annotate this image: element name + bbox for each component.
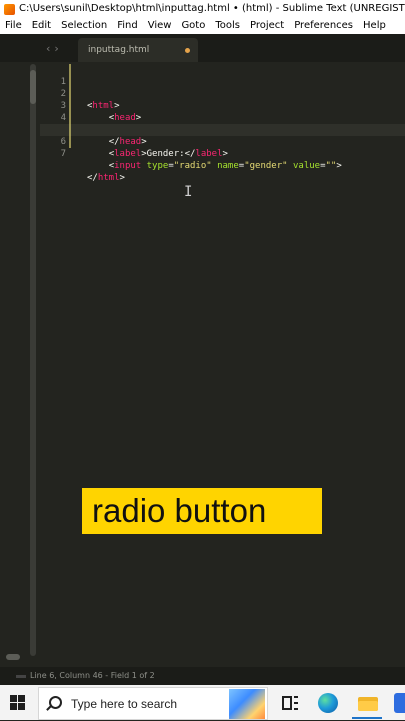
modified-line-marker xyxy=(69,124,71,136)
windows-start-icon[interactable] xyxy=(10,695,25,710)
code-line-active: 6 <input type="radio" name="gender" valu… xyxy=(40,124,405,171)
search-highlight-image xyxy=(229,689,265,719)
code-line: 5 <label>Gender:</label> xyxy=(40,112,405,159)
tab-inputtag[interactable]: inputtag.html xyxy=(78,38,198,62)
status-bar: Line 6, Column 46 - Field 1 of 2 xyxy=(0,667,405,685)
panel-toggle-icon[interactable] xyxy=(16,675,26,678)
menu-view[interactable]: View xyxy=(143,18,177,34)
menu-project[interactable]: Project xyxy=(245,18,289,34)
code-line: 4 </head> xyxy=(40,100,405,147)
taskbar-search-box[interactable]: Type here to search xyxy=(38,687,268,720)
title-bar: C:\Users\sunil\Desktop\html\inputtag.htm… xyxy=(0,0,405,18)
modified-line-marker xyxy=(69,64,71,76)
modified-line-marker xyxy=(69,88,71,100)
modified-line-marker xyxy=(69,100,71,112)
text-cursor-icon: I xyxy=(184,184,193,200)
menu-tools[interactable]: Tools xyxy=(210,18,245,34)
modified-line-marker xyxy=(69,112,71,124)
menu-help[interactable]: Help xyxy=(358,18,391,34)
code-text: <label>Gender:</label> xyxy=(108,149,228,159)
search-placeholder: Type here to search xyxy=(71,697,178,711)
sublime-text-icon xyxy=(4,3,15,15)
status-text: Line 6, Column 46 - Field 1 of 2 xyxy=(30,671,155,680)
menu-preferences[interactable]: Preferences xyxy=(289,18,358,34)
task-view-icon[interactable] xyxy=(280,693,300,713)
horizontal-scrollbar-thumb[interactable] xyxy=(6,654,20,660)
edge-icon[interactable] xyxy=(318,693,338,713)
taskbar: Type here to search xyxy=(0,685,405,720)
code-line: 3 <title>radio button</title> xyxy=(40,88,405,135)
code-text: <input type="radio" name="gender" value=… xyxy=(108,161,342,171)
menu-goto[interactable]: Goto xyxy=(176,18,210,34)
file-explorer-icon[interactable] xyxy=(358,693,378,713)
tab-label: inputtag.html xyxy=(88,45,150,55)
modified-line-marker xyxy=(69,76,71,88)
menu-bar: File Edit Selection Find View Goto Tools… xyxy=(0,18,405,34)
menu-selection[interactable]: Selection xyxy=(56,18,112,34)
code-editor[interactable]: 1 <html> 2 <head> 3 <title>radio button<… xyxy=(40,64,405,183)
line-number: 7 xyxy=(60,149,66,159)
menu-edit[interactable]: Edit xyxy=(27,18,56,34)
vertical-scrollbar-track[interactable] xyxy=(30,64,36,656)
code-line: 2 <head> xyxy=(40,76,405,123)
code-text: </html> xyxy=(87,173,125,183)
unsaved-dot-icon[interactable] xyxy=(185,48,190,53)
modified-line-marker xyxy=(69,136,71,148)
search-icon xyxy=(49,696,62,709)
code-line: 1 <html> xyxy=(40,64,405,111)
app-icon-partial[interactable] xyxy=(394,693,405,713)
vertical-scrollbar-thumb[interactable] xyxy=(30,70,36,104)
menu-find[interactable]: Find xyxy=(112,18,143,34)
menu-file[interactable]: File xyxy=(0,18,27,34)
caption-overlay: radio button xyxy=(82,488,322,534)
code-line: 7 </html> xyxy=(40,136,405,183)
active-app-indicator xyxy=(352,717,382,719)
tab-strip: ‹› inputtag.html xyxy=(0,34,405,62)
window-title: C:\Users\sunil\Desktop\html\inputtag.htm… xyxy=(19,3,405,14)
tab-scroll-arrows[interactable]: ‹› xyxy=(46,42,63,55)
